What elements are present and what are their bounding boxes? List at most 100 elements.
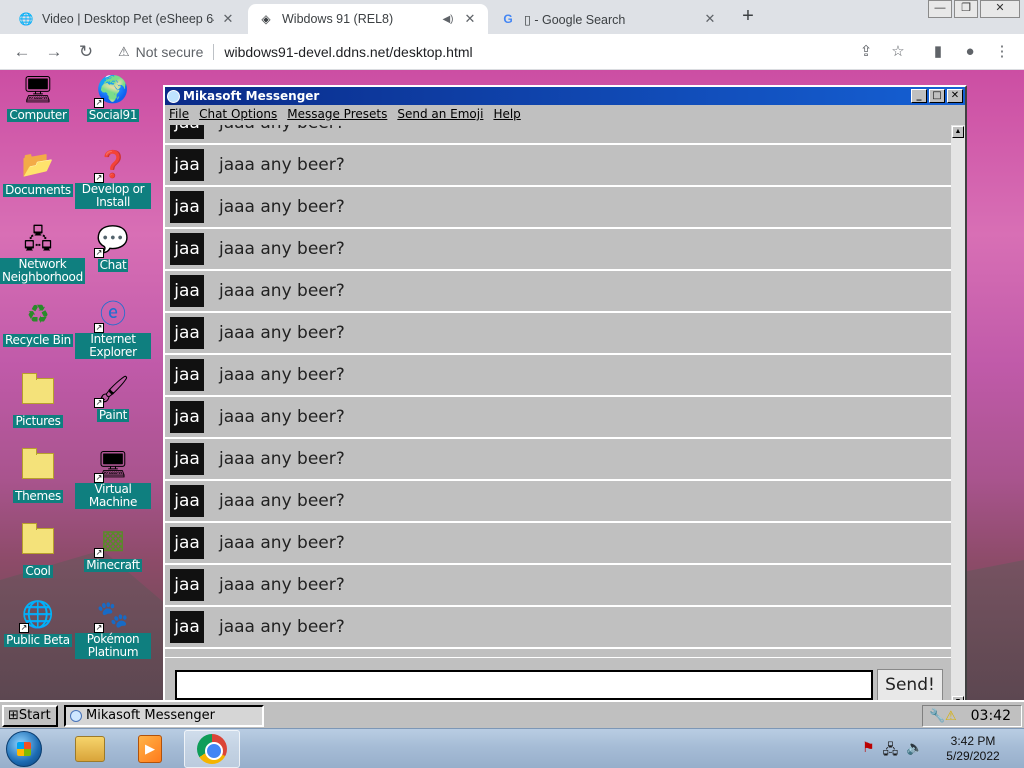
close-window-button[interactable]: ✕ <box>980 0 1020 18</box>
messenger-icon <box>167 89 180 103</box>
window-titlebar[interactable]: Mikasoft Messenger _ □ ✕ <box>165 87 965 105</box>
close-icon[interactable]: ✕ <box>702 11 718 27</box>
grass-block-icon: ▩ ↗ <box>94 524 126 558</box>
network-icon[interactable]: 🖧 <box>883 739 899 763</box>
message-text: jaaa any beer? <box>219 449 345 469</box>
desktop-icon-develop-install[interactable]: ❓ ↗ Develop or Install <box>75 147 151 209</box>
message-text: jaaa any beer? <box>219 125 345 133</box>
back-arrow-icon[interactable]: ← <box>10 40 34 64</box>
paint-brush-icon: 🖌 ↗ <box>94 374 130 408</box>
minimize-button[interactable]: — <box>928 0 952 18</box>
scroll-up-arrow-icon[interactable]: ▲ <box>952 126 964 138</box>
reload-icon[interactable]: ↻ <box>74 40 98 64</box>
clock-date: 5/29/2022 <box>946 749 1000 763</box>
maximize-button[interactable]: □ <box>929 89 945 103</box>
warning-icon[interactable]: ⚠ <box>118 44 130 60</box>
icon-label: Pictures <box>13 414 63 428</box>
chat-message: jaa jaaa any beer? <box>165 523 951 565</box>
desktop-icon-virtual-machine[interactable]: 🖥 ↗ Virtual Machine <box>75 447 151 509</box>
desktop-icon-cool[interactable]: Cool <box>0 522 76 578</box>
icon-label: Pokémon Platinum <box>75 633 151 659</box>
browser-tab-active[interactable]: ◈ Wibdows 91 (REL8) ◀) ✕ <box>248 4 488 34</box>
share-icon[interactable]: ⇪ <box>854 40 878 64</box>
minimize-button[interactable]: _ <box>911 89 927 103</box>
menu-help[interactable]: Help <box>493 107 520 121</box>
volume-icon[interactable]: 🔈 <box>906 739 923 763</box>
menu-send-emoji[interactable]: Send an Emoji <box>397 107 483 121</box>
desktop-icon-pictures[interactable]: Pictures <box>0 372 76 428</box>
browser-tab[interactable]: G ▯ - Google Search ✕ <box>490 4 728 34</box>
chat-message: jaa jaaa any beer? <box>165 187 951 229</box>
chat-scrollbar[interactable]: ▲ ▼ <box>951 125 965 709</box>
file-explorer-icon[interactable] <box>62 730 118 768</box>
desktop-icon-network[interactable]: 🖧 Network Neighborhood <box>0 222 85 284</box>
chat-message: jaa jaaa any beer? <box>165 313 951 355</box>
taskbar-item-messenger[interactable]: Mikasoft Messenger <box>64 705 264 727</box>
bookmark-star-icon[interactable]: ☆ <box>886 40 910 64</box>
avatar: jaa <box>170 401 204 433</box>
message-input[interactable] <box>175 670 873 700</box>
profile-icon[interactable]: ● <box>958 40 982 64</box>
speaker-icon[interactable]: ◀) <box>440 14 456 25</box>
icon-label: Internet Explorer <box>75 333 151 359</box>
close-icon[interactable]: ✕ <box>462 11 478 27</box>
start-button[interactable]: ⊞Start <box>2 705 58 727</box>
icon-label: Chat <box>97 258 129 272</box>
side-panel-icon[interactable]: ▮ <box>926 40 950 64</box>
menu-message-presets[interactable]: Message Presets <box>287 107 387 121</box>
desktop-icon-social91[interactable]: 🌍 ↗ Social91 <box>75 72 151 122</box>
desktop-icon-pokemon-platinum[interactable]: 🐾 ↗ Pokémon Platinum <box>75 597 151 659</box>
forward-arrow-icon[interactable]: → <box>42 40 66 64</box>
windows-logo-icon: ⊞ <box>8 708 19 723</box>
w91-taskbar: ⊞Start Mikasoft Messenger 🔧 ⚠ 03:42 <box>0 700 1024 728</box>
desktop-icon-documents[interactable]: 📂 Documents <box>0 147 76 197</box>
messenger-icon <box>70 710 82 722</box>
shortcut-arrow-icon: ↗ <box>94 173 104 183</box>
avatar: jaa <box>170 359 204 391</box>
icon-label: Social91 <box>86 108 140 122</box>
recycle-bin-icon: ♻ <box>26 299 50 329</box>
warning-icon[interactable]: ⚠ <box>945 707 957 727</box>
security-label[interactable]: Not secure <box>136 44 204 60</box>
close-icon[interactable]: ✕ <box>220 11 236 27</box>
media-player-icon[interactable]: ▶ <box>122 730 178 768</box>
chat-history[interactable]: jaa jaaa any beer? jaa jaaa any beer? jaa j… <box>165 125 951 671</box>
shortcut-arrow-icon: ↗ <box>94 473 104 483</box>
desktop-icon-minecraft[interactable]: ▩ ↗ Minecraft <box>75 522 151 572</box>
icon-label: Network Neighborhood <box>0 257 85 284</box>
desktop-icon-themes[interactable]: Themes <box>0 447 76 503</box>
url-text[interactable]: wibdows91-devel.ddns.net/desktop.html <box>224 44 472 60</box>
shortcut-arrow-icon: ↗ <box>94 398 104 408</box>
menu-chat-options[interactable]: Chat Options <box>199 107 277 121</box>
chrome-icon[interactable] <box>184 730 240 768</box>
address-bar[interactable]: ⚠ Not secure wibdows91-devel.ddns.net/de… <box>104 38 912 66</box>
icon-label: Computer <box>7 108 69 122</box>
menu-file[interactable]: File <box>169 107 189 121</box>
close-button[interactable]: ✕ <box>947 89 963 103</box>
chat-message: jaa jaaa any beer? <box>165 271 951 313</box>
menu-dots-icon[interactable]: ⋮ <box>990 40 1014 64</box>
desktop-icon-internet-explorer[interactable]: ⓔ ↗ Internet Explorer <box>75 297 151 359</box>
avatar: jaa <box>170 275 204 307</box>
shortcut-arrow-icon: ↗ <box>94 548 104 558</box>
desktop-icon-computer[interactable]: 🖥 Computer <box>0 72 76 122</box>
tools-icon[interactable]: 🔧 <box>929 707 945 727</box>
new-tab-button[interactable]: + <box>736 5 760 29</box>
desktop-icon-public-beta[interactable]: 🌐 ↗ Public Beta <box>0 597 76 647</box>
desktop-icon-recycle-bin[interactable]: ♻ Recycle Bin <box>0 297 76 347</box>
win7-clock[interactable]: 3:42 PM 5/29/2022 <box>930 734 1016 764</box>
flag-icon[interactable]: ⚑ <box>862 739 875 763</box>
desktop-icon-chat[interactable]: 💬 ↗ Chat <box>75 222 151 272</box>
restore-button[interactable]: ❐ <box>954 0 978 18</box>
monitor-icon: 🖥 ↗ <box>94 449 130 483</box>
menu-bar: File Chat Options Message Presets Send a… <box>165 105 965 123</box>
avatar: jaa <box>170 125 204 139</box>
desktop-icon-paint[interactable]: 🖌 ↗ Paint <box>75 372 151 422</box>
tray-clock: 03:42 <box>970 708 1011 724</box>
message-text: jaaa any beer? <box>219 365 345 385</box>
start-orb-icon[interactable] <box>6 731 42 767</box>
avatar: jaa <box>170 569 204 601</box>
shortcut-arrow-icon: ↗ <box>94 98 104 108</box>
browser-tab[interactable]: 🌐 Video | Desktop Pet (eSheep 64b ✕ <box>8 4 246 34</box>
send-button[interactable]: Send! <box>877 669 943 701</box>
